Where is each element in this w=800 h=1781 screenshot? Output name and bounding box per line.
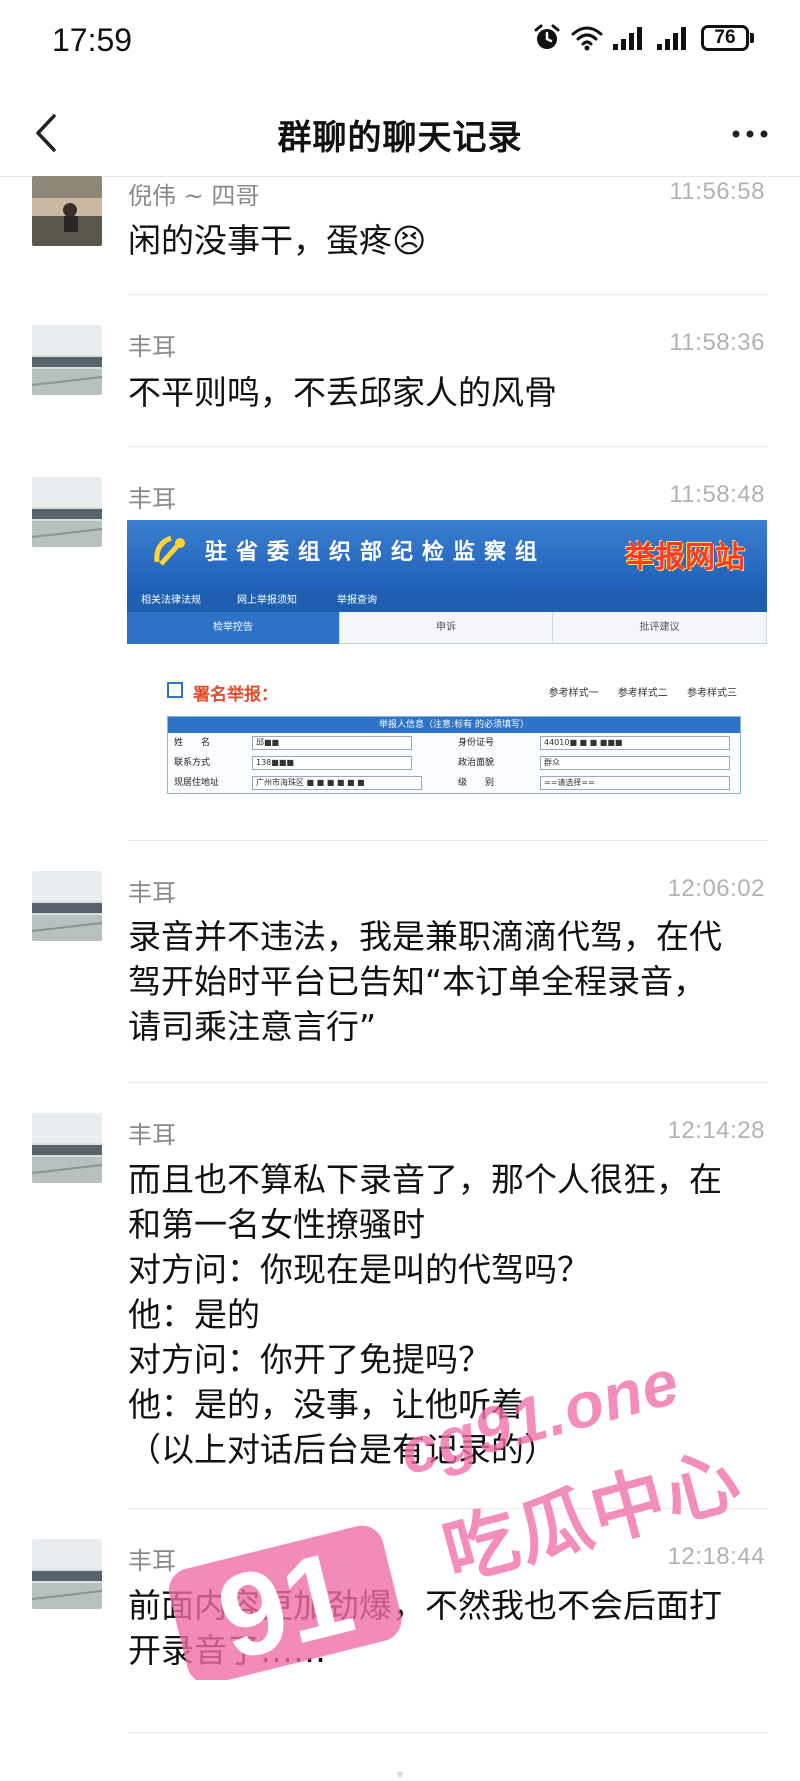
row-value: 邱■■ bbox=[252, 736, 412, 750]
row-label: 现居住地址 bbox=[174, 778, 220, 788]
battery-cap bbox=[750, 33, 754, 43]
report-link: 相关法律法规 bbox=[141, 595, 201, 606]
status-icons: 76 bbox=[533, 24, 754, 52]
report-sample: 参考样式二 bbox=[617, 688, 668, 699]
avatar-photo bbox=[32, 176, 102, 246]
row-value: 群众 bbox=[540, 756, 730, 770]
report-sample: 参考样式三 bbox=[687, 688, 737, 699]
avatar[interactable] bbox=[32, 871, 102, 941]
status-time: 17:59 bbox=[52, 22, 133, 58]
sender-name: 丰耳 bbox=[128, 879, 176, 907]
form-icon bbox=[167, 682, 183, 698]
scroll-indicator bbox=[397, 1771, 403, 1777]
battery-level: 76 bbox=[701, 25, 749, 51]
message-time: 11:58:36 bbox=[669, 329, 765, 356]
row-label: 联系方式 bbox=[174, 758, 211, 768]
report-table: 举报人信息（注意:标有 的必须填写） 姓 名 邱■■ 身份证号 44010■ ■… bbox=[167, 716, 741, 794]
message-time: 11:58:48 bbox=[669, 481, 765, 508]
message-text: 录音并不违法，我是兼职滴滴代驾，在代 驾开始时平台已告知“本订单全程录音， 请司… bbox=[128, 917, 722, 1046]
message-divider bbox=[128, 294, 768, 295]
more-button[interactable] bbox=[730, 122, 770, 146]
message-divider bbox=[128, 1732, 768, 1733]
row-label: 姓 名 bbox=[174, 738, 211, 748]
battery-indicator: 76 bbox=[701, 25, 754, 51]
row-label: 身份证号 bbox=[458, 738, 495, 748]
message-time: 11:56:58 bbox=[669, 178, 765, 205]
sender-name: 丰耳 bbox=[128, 1121, 176, 1149]
avatar[interactable] bbox=[32, 477, 102, 547]
avatar-photo bbox=[32, 1539, 102, 1609]
avatar[interactable] bbox=[32, 176, 102, 246]
report-row: 姓 名 邱■■ 身份证号 44010■ ■ ■ ■■■ bbox=[168, 733, 742, 753]
report-row: 现居住地址 广州市海珠区 ■ ■ ■ ■ ■ ■ 级 别 ==请选择== bbox=[168, 773, 742, 793]
row-value: 138■■■ bbox=[252, 756, 412, 770]
page-title: 群聊的聊天记录 bbox=[277, 118, 523, 158]
message-divider bbox=[128, 840, 768, 841]
sender-name: 丰耳 bbox=[128, 333, 176, 361]
message-image[interactable]: 驻省委组织部纪检监察组 举报网站 相关法律法规 网上举报须知 举报查询 检举控告… bbox=[127, 520, 767, 806]
avatar[interactable] bbox=[32, 1539, 102, 1609]
signal-icon bbox=[613, 27, 642, 50]
header-divider bbox=[0, 176, 800, 177]
sender-name: 倪伟 ~ 四哥 bbox=[128, 182, 260, 210]
avatar-photo bbox=[32, 871, 102, 941]
message-text: 前面内容更加劲爆，不然我也不会后面打 开录音了…… bbox=[128, 1586, 722, 1670]
signal-icon bbox=[657, 27, 686, 50]
row-value: ==请选择== bbox=[540, 776, 730, 790]
message-divider bbox=[128, 1508, 768, 1509]
alarm-icon bbox=[534, 24, 560, 49]
row-value: 44010■ ■ ■ ■■■ bbox=[540, 736, 730, 750]
report-tab: 批评建议 bbox=[553, 612, 767, 644]
avatar[interactable] bbox=[32, 325, 102, 395]
report-form-title: 署名举报： bbox=[193, 685, 278, 705]
status-bar: 17:59 76 bbox=[0, 0, 800, 80]
avatar-photo bbox=[32, 325, 102, 395]
report-row: 联系方式 138■■■ 政治面貌 群众 bbox=[168, 753, 742, 773]
report-link: 网上举报须知 bbox=[237, 595, 297, 606]
message-text: 闲的没事干，蛋疼😣 bbox=[128, 221, 427, 260]
report-links: 相关法律法规 网上举报须知 举报查询 bbox=[127, 590, 767, 612]
avatar-photo bbox=[32, 1113, 102, 1183]
header: 群聊的聊天记录 bbox=[0, 90, 800, 180]
message-text: 不平则鸣，不丢邱家人的风骨 bbox=[128, 373, 557, 412]
message-text: 而且也不算私下录音了，那个人很狂，在 和第一名女性撩骚时 对方问：你现在是叫的代… bbox=[128, 1160, 722, 1469]
report-tabs: 检举控告 申诉 批评建议 bbox=[127, 612, 767, 644]
report-sample: 参考样式一 bbox=[548, 688, 599, 699]
message-time: 12:06:02 bbox=[667, 875, 765, 902]
report-table-header: 举报人信息（注意:标有 的必须填写） bbox=[168, 717, 740, 733]
row-label: 政治面貌 bbox=[458, 758, 495, 768]
report-banner-title: 驻省委组织部纪检监察组 bbox=[205, 540, 547, 565]
report-banner-badge: 举报网站 bbox=[625, 540, 745, 575]
avatar-photo bbox=[32, 477, 102, 547]
row-label: 级 别 bbox=[458, 778, 495, 788]
party-emblem-icon bbox=[154, 535, 185, 566]
message-time: 12:18:44 bbox=[667, 1543, 765, 1570]
sender-name: 丰耳 bbox=[128, 1547, 176, 1575]
report-link: 举报查询 bbox=[337, 595, 377, 606]
message-divider bbox=[128, 1082, 768, 1083]
avatar[interactable] bbox=[32, 1113, 102, 1183]
wifi-icon bbox=[571, 26, 603, 51]
report-samples: 参考样式一 参考样式二 参考样式三 bbox=[533, 684, 737, 699]
row-value: 广州市海珠区 ■ ■ ■ ■ ■ ■ bbox=[252, 776, 422, 790]
report-tab: 检举控告 bbox=[127, 612, 340, 644]
report-tab: 申诉 bbox=[340, 612, 553, 644]
report-banner: 驻省委组织部纪检监察组 举报网站 bbox=[127, 520, 767, 590]
message-divider bbox=[128, 446, 768, 447]
sender-name: 丰耳 bbox=[128, 485, 176, 513]
more-horizontal-icon bbox=[732, 130, 768, 138]
message-time: 12:14:28 bbox=[667, 1117, 765, 1144]
